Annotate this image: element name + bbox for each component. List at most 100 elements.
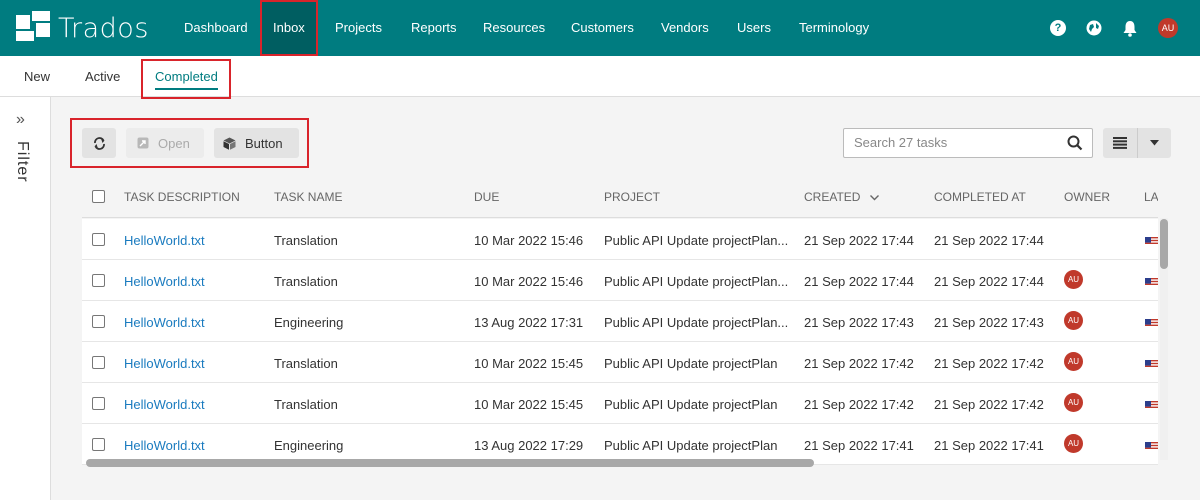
nav-reports[interactable]: Reports xyxy=(394,0,468,56)
search-icon[interactable] xyxy=(1067,135,1083,151)
completed-at-cell: 21 Sep 2022 17:44 xyxy=(934,274,1044,289)
project-cell: Public API Update projectPlan xyxy=(604,397,778,412)
tab-new-label: New xyxy=(24,69,51,84)
table-row[interactable]: HelloWorld.txt Engineering 13 Aug 2022 17:… xyxy=(82,301,1158,342)
tasks-table: TASK DESCRIPTION TASK NAME DUE PROJECT C… xyxy=(82,177,1158,466)
filter-sidebar[interactable]: » Filter xyxy=(0,97,51,500)
us-flag-icon xyxy=(1145,440,1158,450)
due-cell: 10 Mar 2022 15:46 xyxy=(474,233,584,248)
completed-tab-highlight xyxy=(141,59,231,99)
owner-avatar: AU xyxy=(1064,434,1083,453)
table-row[interactable]: HelloWorld.txt Translation 10 Mar 2022 15:… xyxy=(82,260,1158,301)
tab-active[interactable]: Active xyxy=(85,56,120,97)
tab-new[interactable]: New xyxy=(24,56,50,97)
bell-icon[interactable] xyxy=(1122,20,1138,37)
us-flag-icon xyxy=(1145,399,1158,409)
task-name-cell: Engineering xyxy=(274,438,344,453)
col-task-description[interactable]: TASK DESCRIPTION xyxy=(124,190,240,204)
task-name-cell: Translation xyxy=(274,233,338,248)
table-header: TASK DESCRIPTION TASK NAME DUE PROJECT C… xyxy=(82,177,1158,218)
task-name-cell: Translation xyxy=(274,274,338,289)
table-row[interactable]: HelloWorld.txt Translation 10 Mar 2022 15:… xyxy=(82,383,1158,424)
brand-name: Trados xyxy=(58,12,149,44)
nav-terminology[interactable]: Terminology xyxy=(784,0,884,56)
row-checkbox[interactable] xyxy=(92,356,105,369)
task-description-link[interactable]: HelloWorld.txt xyxy=(124,438,205,453)
completed-at-cell: 21 Sep 2022 17:42 xyxy=(934,356,1044,371)
task-description-link[interactable]: HelloWorld.txt xyxy=(124,356,205,371)
col-owner[interactable]: OWNER xyxy=(1064,190,1110,204)
row-checkbox[interactable] xyxy=(92,315,105,328)
row-checkbox[interactable] xyxy=(92,397,105,410)
inbox-subtabs: New Active Completed xyxy=(0,56,1200,99)
select-all-checkbox[interactable] xyxy=(92,190,105,203)
search-input[interactable] xyxy=(854,135,1054,150)
nav-users[interactable]: Users xyxy=(722,0,784,56)
created-cell: 21 Sep 2022 17:41 xyxy=(804,438,914,453)
tab-active-label: Active xyxy=(85,69,121,84)
table-row[interactable]: HelloWorld.txt Translation 10 Mar 2022 15:… xyxy=(82,342,1158,383)
chevron-down-icon xyxy=(1150,140,1159,146)
due-cell: 13 Aug 2022 17:29 xyxy=(474,438,584,453)
us-flag-icon xyxy=(1145,276,1158,286)
project-cell: Public API Update projectPlan... xyxy=(604,315,789,330)
us-flag-icon xyxy=(1145,317,1158,327)
globe-icon[interactable] xyxy=(1086,20,1102,36)
trados-logo-icon xyxy=(16,11,50,45)
vertical-scrollbar-thumb[interactable] xyxy=(1160,219,1168,269)
us-flag-icon xyxy=(1145,235,1158,245)
created-cell: 21 Sep 2022 17:42 xyxy=(804,397,914,412)
sort-chevron-icon xyxy=(869,195,879,201)
owner-avatar: AU xyxy=(1064,393,1083,412)
nav-resources[interactable]: Resources xyxy=(468,0,556,56)
col-project[interactable]: PROJECT xyxy=(604,190,660,204)
due-cell: 10 Mar 2022 15:45 xyxy=(474,397,584,412)
created-cell: 21 Sep 2022 17:43 xyxy=(804,315,914,330)
col-created-label: CREATED xyxy=(804,190,861,204)
top-navigation-bar: Trados Dashboard Inbox Projects Reports … xyxy=(0,0,1200,56)
view-divider xyxy=(1137,128,1138,158)
task-name-cell: Translation xyxy=(274,397,338,412)
task-description-link[interactable]: HelloWorld.txt xyxy=(124,233,205,248)
task-description-link[interactable]: HelloWorld.txt xyxy=(124,397,205,412)
col-completed-at[interactable]: COMPLETED AT xyxy=(934,190,1026,204)
project-cell: Public API Update projectPlan xyxy=(604,438,778,453)
completed-at-cell: 21 Sep 2022 17:43 xyxy=(934,315,1044,330)
nav-inbox[interactable]: Inbox xyxy=(260,0,318,56)
horizontal-scrollbar-thumb[interactable] xyxy=(86,459,814,467)
list-view-icon xyxy=(1113,137,1127,149)
row-checkbox[interactable] xyxy=(92,274,105,287)
project-cell: Public API Update projectPlan... xyxy=(604,233,789,248)
nav-customers[interactable]: Customers xyxy=(556,0,646,56)
col-language[interactable]: LANG xyxy=(1144,190,1158,204)
due-cell: 10 Mar 2022 15:46 xyxy=(474,274,584,289)
due-cell: 10 Mar 2022 15:45 xyxy=(474,356,584,371)
nav-vendors[interactable]: Vendors xyxy=(646,0,722,56)
task-description-link[interactable]: HelloWorld.txt xyxy=(124,315,205,330)
owner-avatar: AU xyxy=(1064,311,1083,330)
us-flag-icon xyxy=(1145,358,1158,368)
col-created[interactable]: CREATED xyxy=(804,190,879,204)
row-checkbox[interactable] xyxy=(92,233,105,246)
table-row[interactable]: HelloWorld.txt Translation 10 Mar 2022 15:… xyxy=(82,219,1158,260)
col-task-name[interactable]: TASK NAME xyxy=(274,190,342,204)
toolbar-highlight xyxy=(70,118,309,168)
expand-chevrons-icon[interactable]: » xyxy=(16,111,25,129)
owner-avatar: AU xyxy=(1064,352,1083,371)
nav-dashboard[interactable]: Dashboard xyxy=(168,0,260,56)
trados-logo[interactable]: Trados xyxy=(16,0,166,56)
created-cell: 21 Sep 2022 17:44 xyxy=(804,233,914,248)
completed-at-cell: 21 Sep 2022 17:44 xyxy=(934,233,1044,248)
nav-projects[interactable]: Projects xyxy=(318,0,394,56)
row-checkbox[interactable] xyxy=(92,438,105,451)
col-due[interactable]: DUE xyxy=(474,190,499,204)
user-avatar[interactable]: AU xyxy=(1158,18,1178,38)
task-name-cell: Translation xyxy=(274,356,338,371)
owner-avatar: AU xyxy=(1064,270,1083,289)
help-icon[interactable]: ? xyxy=(1050,20,1066,36)
task-description-link[interactable]: HelloWorld.txt xyxy=(124,274,205,289)
filter-label: Filter xyxy=(14,141,31,183)
nav-actions: ? AU xyxy=(1050,0,1178,56)
view-toggle-button[interactable] xyxy=(1103,128,1171,158)
created-cell: 21 Sep 2022 17:42 xyxy=(804,356,914,371)
